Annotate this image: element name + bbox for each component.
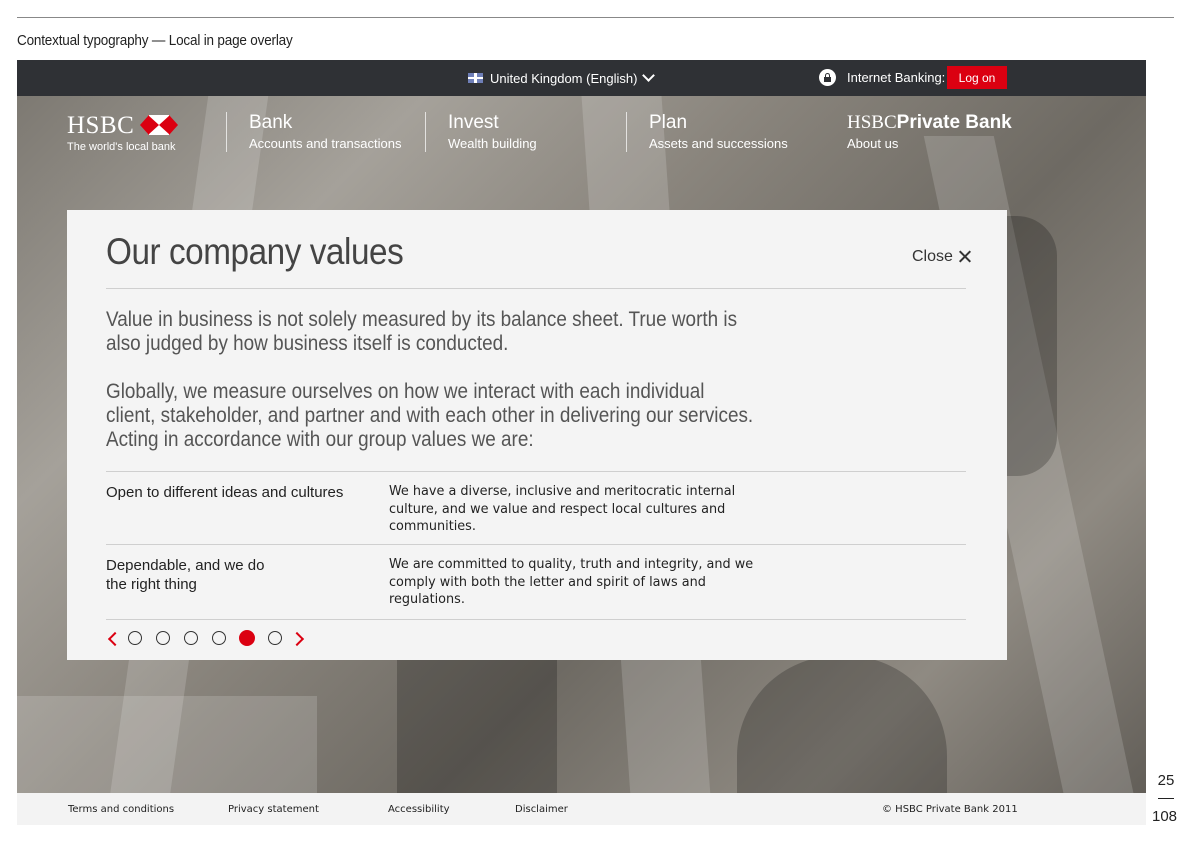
page-total: 108	[1152, 808, 1178, 825]
pager-dot[interactable]	[184, 631, 198, 645]
utility-bar: United Kingdom (English) Internet Bankin…	[17, 60, 1146, 96]
footer-link-privacy[interactable]: Privacy statement	[228, 804, 319, 815]
nav-title: Plan	[649, 112, 688, 133]
pager-dot[interactable]	[212, 631, 226, 645]
nav-subtitle: About us	[847, 136, 899, 151]
nav-subtitle: Wealth building	[448, 136, 537, 151]
value-title: Dependable, and we do the right thing	[106, 557, 265, 593]
intro-paragraph: Globally, we measure ourselves on how we…	[106, 380, 754, 451]
document-caption: Contextual typography — Local in page ov…	[17, 32, 293, 49]
nav-item-invest[interactable]: Invest Wealth building	[425, 112, 537, 152]
country-selector[interactable]: United Kingdom (English)	[490, 69, 656, 86]
divider	[106, 544, 966, 545]
pager-dot[interactable]	[156, 631, 170, 645]
lock-icon	[819, 69, 836, 86]
close-icon	[959, 250, 971, 262]
hsbc-logo[interactable]: HSBC The world's local bank	[67, 112, 179, 153]
page-number: 25	[1157, 772, 1175, 789]
internet-banking-label: Internet Banking:	[847, 70, 946, 85]
nav-title: Invest	[448, 112, 499, 133]
hsbc-wordmark: HSBC	[67, 112, 135, 139]
nav-item-bank[interactable]: Bank Accounts and transactions	[226, 112, 401, 152]
uk-flag-icon	[468, 73, 483, 83]
nav-subtitle: Assets and successions	[649, 136, 788, 151]
nav-title: Bank	[249, 112, 293, 133]
website-screenshot: United Kingdom (English) Internet Bankin…	[17, 60, 1146, 825]
divider	[106, 288, 966, 289]
chevron-left-icon[interactable]	[107, 631, 123, 647]
nav-item-private-bank[interactable]: HSBCPrivate Bank About us	[847, 112, 1012, 151]
tagline: The world's local bank	[67, 141, 176, 153]
values-overlay: Our company values Close Value in busine…	[67, 210, 1007, 660]
footer-link-disclaimer[interactable]: Disclaimer	[515, 804, 568, 815]
pager-dot-active[interactable]	[239, 630, 255, 646]
nav-subtitle: Accounts and transactions	[249, 136, 402, 151]
close-button[interactable]: Close	[912, 248, 971, 266]
value-description: We have a diverse, inclusive and meritoc…	[389, 483, 736, 534]
divider	[106, 471, 966, 472]
value-description: We are committed to quality, truth and i…	[389, 556, 754, 607]
log-on-button[interactable]: Log on	[947, 66, 1007, 89]
hsbc-hexagon-icon	[140, 115, 179, 135]
top-rule	[17, 17, 1174, 18]
footer-link-accessibility[interactable]: Accessibility	[388, 804, 450, 815]
footer-link-terms[interactable]: Terms and conditions	[68, 804, 174, 815]
private-bank-logo: HSBCPrivate Bank	[847, 112, 1012, 133]
chevron-down-icon	[642, 69, 656, 82]
nav-item-plan[interactable]: Plan Assets and successions	[626, 112, 788, 152]
chevron-right-icon[interactable]	[289, 631, 305, 647]
copyright: © HSBC Private Bank 2011	[882, 804, 1018, 815]
site-footer: Terms and conditions Privacy statement A…	[17, 793, 1146, 825]
pager-dot[interactable]	[268, 631, 282, 645]
page-separator	[1158, 798, 1174, 799]
pager-dot[interactable]	[128, 631, 142, 645]
overlay-title: Our company values	[106, 231, 404, 272]
intro-paragraph: Value in business is not solely measured…	[106, 308, 738, 355]
divider	[106, 619, 966, 620]
value-title: Open to different ideas and cultures	[106, 484, 344, 501]
